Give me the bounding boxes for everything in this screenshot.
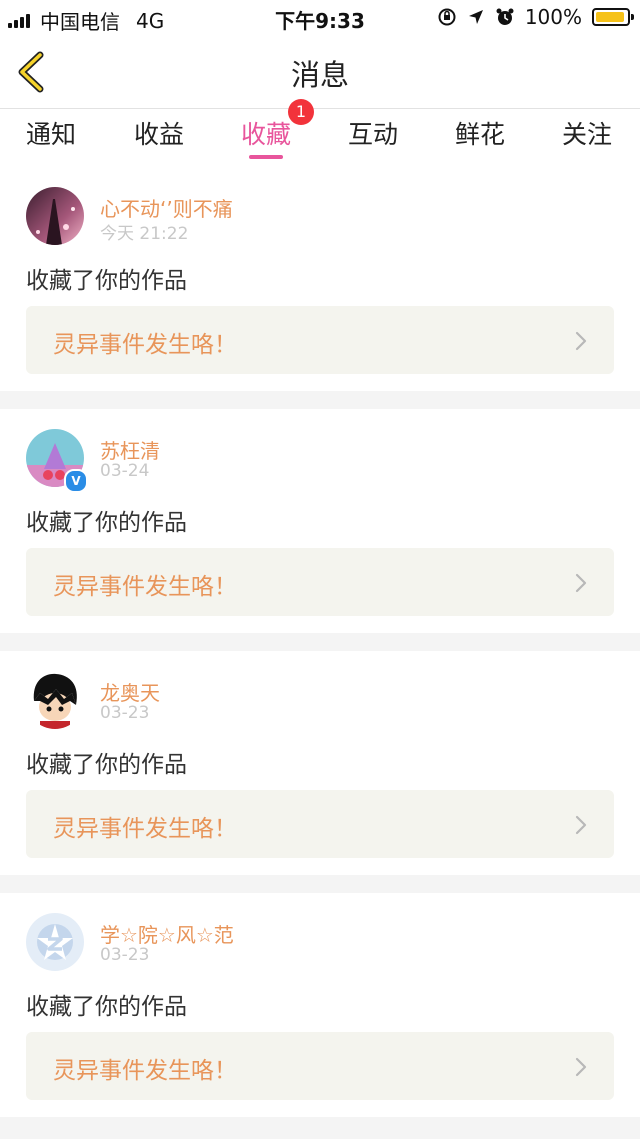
message-action: 收藏了你的作品 [26, 510, 187, 536]
chevron-right-icon [575, 573, 587, 593]
tab-flowers[interactable]: 鲜花 [440, 115, 520, 151]
work-title: 灵异事件发生咯！ [53, 816, 237, 842]
location-icon [468, 10, 483, 24]
message-card: V 苏枉清 03-24 收藏了你的作品 灵异事件发生咯！ [0, 409, 640, 633]
rotation-lock-icon [438, 8, 456, 26]
tab-interactions[interactable]: 互动 [333, 115, 413, 151]
tab-notifications[interactable]: 通知 [11, 115, 91, 151]
alarm-icon [496, 8, 514, 25]
status-right: 100% [437, 5, 634, 29]
chevron-right-icon [575, 331, 587, 351]
message-time: 03-23 [100, 703, 150, 723]
avatar[interactable] [26, 913, 84, 971]
tab-active-indicator [249, 155, 283, 159]
message-action: 收藏了你的作品 [26, 994, 187, 1020]
unread-badge: 1 [288, 99, 314, 125]
user-name[interactable]: 学☆院☆风☆范 [100, 919, 234, 948]
message-action: 收藏了你的作品 [26, 268, 187, 294]
user-name[interactable]: 龙奥天 [100, 677, 160, 706]
work-link[interactable]: 灵异事件发生咯！ [26, 790, 614, 858]
page-title: 消息 [290, 58, 349, 92]
tab-label: 关注 [561, 120, 612, 149]
tab-label: 互动 [347, 120, 398, 149]
work-title: 灵异事件发生咯！ [53, 1058, 237, 1084]
message-list: 心不动‘’则不痛 今天 21:22 收藏了你的作品 灵异事件发生咯！ V 苏枉清… [0, 167, 640, 1135]
verified-badge: V [64, 469, 88, 493]
nav-bar: 消息 [0, 36, 640, 109]
work-link[interactable]: 灵异事件发生咯！ [26, 1032, 614, 1100]
battery-fill [596, 12, 624, 22]
battery-percent: 100% [524, 5, 582, 29]
tab-earnings[interactable]: 收益 [119, 115, 199, 151]
message-action: 收藏了你的作品 [26, 752, 187, 778]
tab-label: 收藏 [240, 120, 291, 149]
message-time: 03-23 [100, 945, 150, 965]
chevron-right-icon [575, 815, 587, 835]
avatar[interactable] [26, 671, 84, 729]
tab-bar: 通知 收益 收藏 互动 鲜花 关注 1 [0, 99, 640, 167]
work-title: 灵异事件发生咯！ [53, 574, 237, 600]
work-title: 灵异事件发生咯！ [53, 332, 237, 358]
status-bar: 中国电信 4G 下午9:33 100% [0, 0, 640, 36]
message-card: 龙奥天 03-23 收藏了你的作品 灵异事件发生咯！ [0, 651, 640, 875]
message-time: 03-24 [100, 461, 150, 481]
tab-label: 收益 [133, 120, 184, 149]
user-name[interactable]: 苏枉清 [100, 435, 160, 464]
message-time: 今天 21:22 [100, 224, 189, 244]
avatar[interactable] [26, 187, 84, 245]
tab-label: 通知 [25, 120, 76, 149]
work-link[interactable]: 灵异事件发生咯！ [26, 306, 614, 374]
message-card: 心不动‘’则不痛 今天 21:22 收藏了你的作品 灵异事件发生咯！ [0, 167, 640, 391]
message-card: 学☆院☆风☆范 03-23 收藏了你的作品 灵异事件发生咯！ [0, 893, 640, 1117]
tab-follows[interactable]: 关注 [547, 115, 627, 151]
work-link[interactable]: 灵异事件发生咯！ [26, 548, 614, 616]
tab-label: 鲜花 [454, 120, 505, 149]
user-name[interactable]: 心不动‘’则不痛 [100, 193, 233, 222]
battery-icon [592, 8, 634, 26]
chevron-right-icon [575, 1057, 587, 1077]
